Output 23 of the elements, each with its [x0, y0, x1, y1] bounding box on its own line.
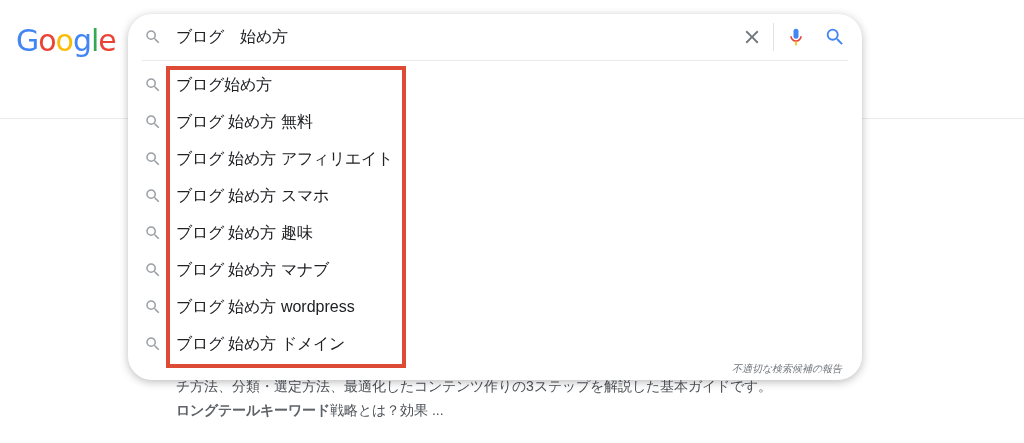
suggestion-item[interactable]: ブログ 始め方 マナブ	[128, 251, 862, 288]
search-icon	[144, 75, 162, 94]
suggestion-item[interactable]: ブログ始め方	[128, 66, 862, 103]
suggestion-item[interactable]: ブログ 始め方 無料	[128, 103, 862, 140]
search-input[interactable]: ブログ 始め方	[176, 25, 741, 49]
search-icon	[144, 112, 162, 131]
search-button-icon	[824, 26, 846, 48]
search-icon	[144, 334, 162, 353]
search-icon	[144, 149, 162, 168]
search-icon	[144, 28, 162, 46]
google-logo[interactable]: Google	[16, 18, 116, 63]
suggestion-item[interactable]: ブログ 始め方 wordpress	[128, 288, 862, 325]
search-icon	[144, 297, 162, 316]
suggestion-item[interactable]: ブログ 始め方 アフィリエイト	[128, 140, 862, 177]
search-icon	[144, 186, 162, 205]
suggestion-item[interactable]: ブログ 始め方 ドメイン	[128, 325, 862, 362]
result-snippet: ロングテールキーワード戦略とは？効果 ...	[176, 401, 445, 420]
report-link[interactable]: 不適切な検索候補の報告	[732, 361, 842, 376]
suggestion-item[interactable]: ブログ 始め方 スマホ	[128, 177, 862, 214]
search-icon	[144, 260, 162, 279]
suggestion-item[interactable]: ブログ 始め方 趣味	[128, 214, 862, 251]
search-icon	[144, 223, 162, 242]
result-snippet: チ方法、分類・選定方法、最適化したコンテンツ作りの3ステップを解説した基本ガイドです。	[176, 377, 772, 396]
